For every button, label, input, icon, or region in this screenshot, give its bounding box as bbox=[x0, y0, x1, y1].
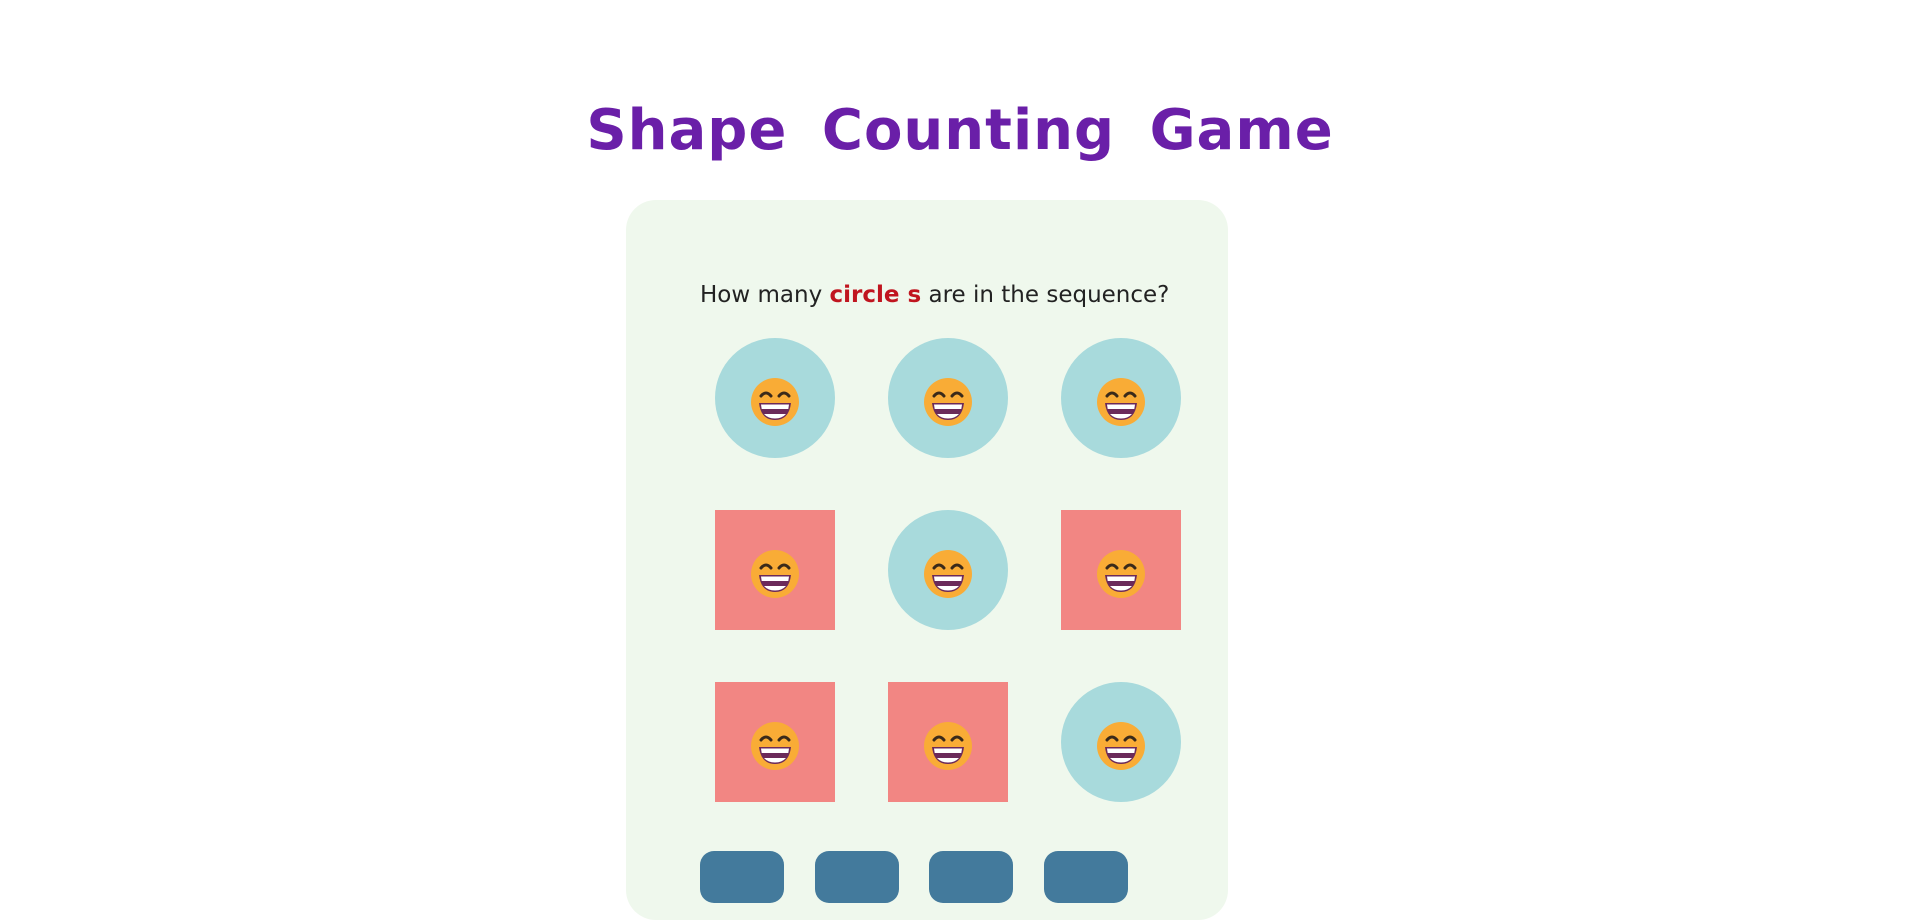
grinning-face-icon bbox=[924, 550, 972, 598]
shape-cell-3[interactable] bbox=[1061, 338, 1181, 458]
grinning-face-icon bbox=[751, 378, 799, 426]
grinning-face-icon bbox=[1097, 722, 1145, 770]
question-text: How many circle s are in the sequence? bbox=[700, 282, 1169, 308]
shape-cell-6[interactable] bbox=[1061, 510, 1181, 630]
shape-cell-1[interactable] bbox=[715, 338, 835, 458]
grinning-face-icon bbox=[751, 550, 799, 598]
answer-option-4[interactable] bbox=[1044, 851, 1128, 903]
grinning-face-icon bbox=[1097, 550, 1145, 598]
shape-cell-4[interactable] bbox=[715, 510, 835, 630]
answer-option-1[interactable] bbox=[700, 851, 784, 903]
shape-cell-5[interactable] bbox=[888, 510, 1008, 630]
shape-cell-7[interactable] bbox=[715, 682, 835, 802]
shape-cell-2[interactable] bbox=[888, 338, 1008, 458]
answer-option-3[interactable] bbox=[929, 851, 1013, 903]
answer-option-2[interactable] bbox=[815, 851, 899, 903]
grinning-face-icon bbox=[751, 722, 799, 770]
question-suffix: are in the sequence? bbox=[928, 282, 1170, 308]
page-title: Shape Counting Game bbox=[586, 98, 1334, 163]
grinning-face-icon bbox=[924, 378, 972, 426]
game-card: How many circle s are in the sequence? bbox=[626, 200, 1228, 920]
grinning-face-icon bbox=[1097, 378, 1145, 426]
shape-cell-9[interactable] bbox=[1061, 682, 1181, 802]
question-target-shape: circle s bbox=[829, 282, 922, 308]
question-prefix: How many bbox=[700, 282, 823, 308]
shape-cell-8[interactable] bbox=[888, 682, 1008, 802]
grinning-face-icon bbox=[924, 722, 972, 770]
